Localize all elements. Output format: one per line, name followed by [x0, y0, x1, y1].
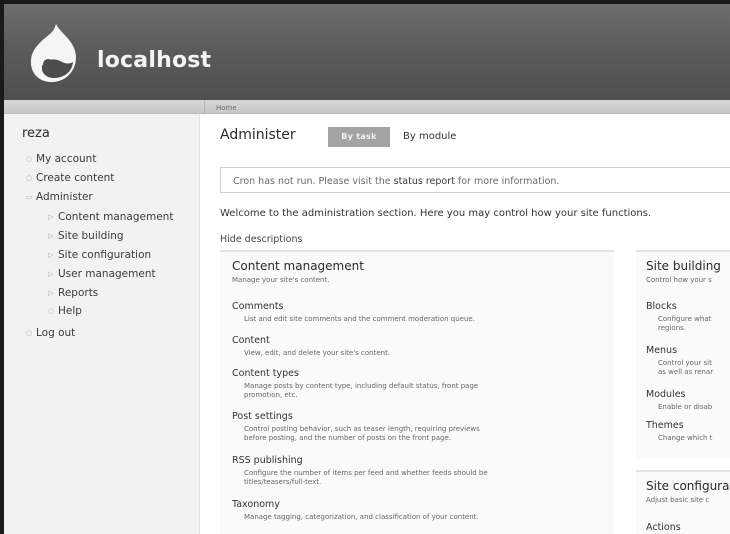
admin-link-description: List and edit site comments and the comm…: [244, 315, 475, 323]
divider: [204, 100, 205, 114]
sidebar-item-label: User management: [58, 268, 156, 280]
admin-link-description: Control posting behavior, such as teaser…: [244, 425, 480, 433]
bullet-icon: ○: [48, 307, 55, 315]
sidebar-item-user-management[interactable]: ▷ User management: [48, 268, 156, 280]
admin-link-description: Configure what: [658, 315, 712, 323]
welcome-text: Welcome to the administration section. H…: [220, 208, 652, 219]
panel-description: Adjust basic site c: [646, 496, 710, 504]
bullet-icon: ○: [26, 155, 33, 163]
sidebar-user-name: reza: [22, 126, 50, 141]
message-text: Cron has not run. Please visit the: [233, 176, 394, 187]
panel-description: Control how your s: [646, 276, 712, 284]
drupal-logo-icon[interactable]: [26, 22, 82, 84]
admin-link-rss-publishing[interactable]: RSS publishing: [232, 455, 303, 466]
admin-link-description: before posting, and the number of posts …: [244, 434, 452, 442]
status-report-link[interactable]: status report: [394, 176, 455, 187]
expanded-icon: ▭: [26, 193, 33, 201]
breadcrumb-bar: Home: [4, 100, 730, 114]
sidebar-item-label: Content management: [58, 211, 174, 223]
site-header: localhost: [4, 4, 730, 100]
message-text: for more information.: [454, 176, 560, 187]
site-name[interactable]: localhost: [97, 48, 211, 73]
sidebar-item-label: Help: [58, 305, 82, 317]
admin-link-content[interactable]: Content: [232, 335, 270, 346]
bullet-icon: ○: [26, 174, 33, 182]
sidebar-item-help[interactable]: ○ Help: [48, 305, 82, 317]
browser-viewport: localhost Home reza ○ My account ○ Create …: [0, 0, 730, 534]
sidebar-item-my-account[interactable]: ○ My account: [26, 153, 96, 165]
status-message-text: Cron has not run. Please visit the statu…: [233, 176, 559, 187]
collapsed-arrow-icon: ▷: [48, 251, 54, 259]
admin-link-description: titles/teasers/full-text.: [244, 478, 322, 486]
sidebar-item-label: Reports: [58, 287, 99, 299]
sidebar-item-label: Site building: [58, 230, 124, 242]
admin-link-blocks[interactable]: Blocks: [646, 301, 677, 312]
admin-link-description: promotion, etc.: [244, 391, 298, 399]
admin-link-description: Change which t: [658, 434, 713, 442]
breadcrumb[interactable]: Home: [216, 104, 237, 112]
admin-link-description: regions.: [658, 324, 687, 332]
admin-link-themes[interactable]: Themes: [646, 420, 684, 431]
page-title: Administer: [220, 127, 296, 143]
sidebar-item-label: Create content: [36, 172, 115, 184]
panel-description: Manage your site's content.: [232, 276, 330, 284]
sidebar-item-create-content[interactable]: ○ Create content: [26, 172, 114, 184]
admin-link-description: View, edit, and delete your site's conte…: [244, 349, 391, 357]
sidebar-item-label: My account: [36, 153, 97, 165]
sidebar-item-site-building[interactable]: ▷ Site building: [48, 230, 124, 242]
collapsed-arrow-icon: ▷: [48, 289, 54, 297]
sidebar-item-administer[interactable]: ▭ Administer: [26, 191, 93, 203]
collapsed-arrow-icon: ▷: [48, 270, 54, 278]
sidebar-item-log-out[interactable]: ○ Log out: [26, 327, 75, 339]
status-message: Cron has not run. Please visit the statu…: [220, 167, 730, 193]
collapsed-arrow-icon: ▷: [48, 232, 54, 240]
sidebar-item-label: Log out: [36, 327, 76, 339]
admin-link-description: Enable or disab: [658, 403, 713, 411]
admin-link-content-types[interactable]: Content types: [232, 368, 299, 379]
sidebar-item-reports[interactable]: ▷ Reports: [48, 287, 98, 299]
admin-link-comments[interactable]: Comments: [232, 301, 284, 312]
tab-by-task[interactable]: By task: [328, 127, 390, 147]
sidebar-item-label: Administer: [36, 191, 93, 203]
tab-by-module[interactable]: By module: [403, 131, 456, 142]
admin-link-description: Configure the number of items per feed a…: [244, 469, 488, 477]
panel-title[interactable]: Site configurat: [646, 479, 730, 493]
admin-link-description: as well as renar: [658, 368, 714, 376]
admin-link-taxonomy[interactable]: Taxonomy: [232, 499, 280, 510]
sidebar-item-site-configuration[interactable]: ▷ Site configuration: [48, 249, 151, 261]
admin-link-modules[interactable]: Modules: [646, 389, 686, 400]
hide-descriptions-link[interactable]: Hide descriptions: [220, 234, 302, 245]
panel-title[interactable]: Content management: [232, 259, 364, 273]
panel-title[interactable]: Site building: [646, 259, 721, 273]
sidebar-item-content-management[interactable]: ▷ Content management: [48, 211, 173, 223]
sidebar-item-label: Site configuration: [58, 249, 152, 261]
admin-link-description: Control your sit: [658, 359, 712, 367]
admin-link-description: Manage tagging, categorization, and clas…: [244, 513, 479, 521]
admin-link-post-settings[interactable]: Post settings: [232, 411, 293, 422]
admin-link-description: Manage posts by content type, including …: [244, 382, 479, 390]
bullet-icon: ○: [26, 329, 33, 337]
collapsed-arrow-icon: ▷: [48, 213, 54, 221]
admin-link-menus[interactable]: Menus: [646, 345, 677, 356]
admin-link-actions[interactable]: Actions: [646, 522, 681, 533]
